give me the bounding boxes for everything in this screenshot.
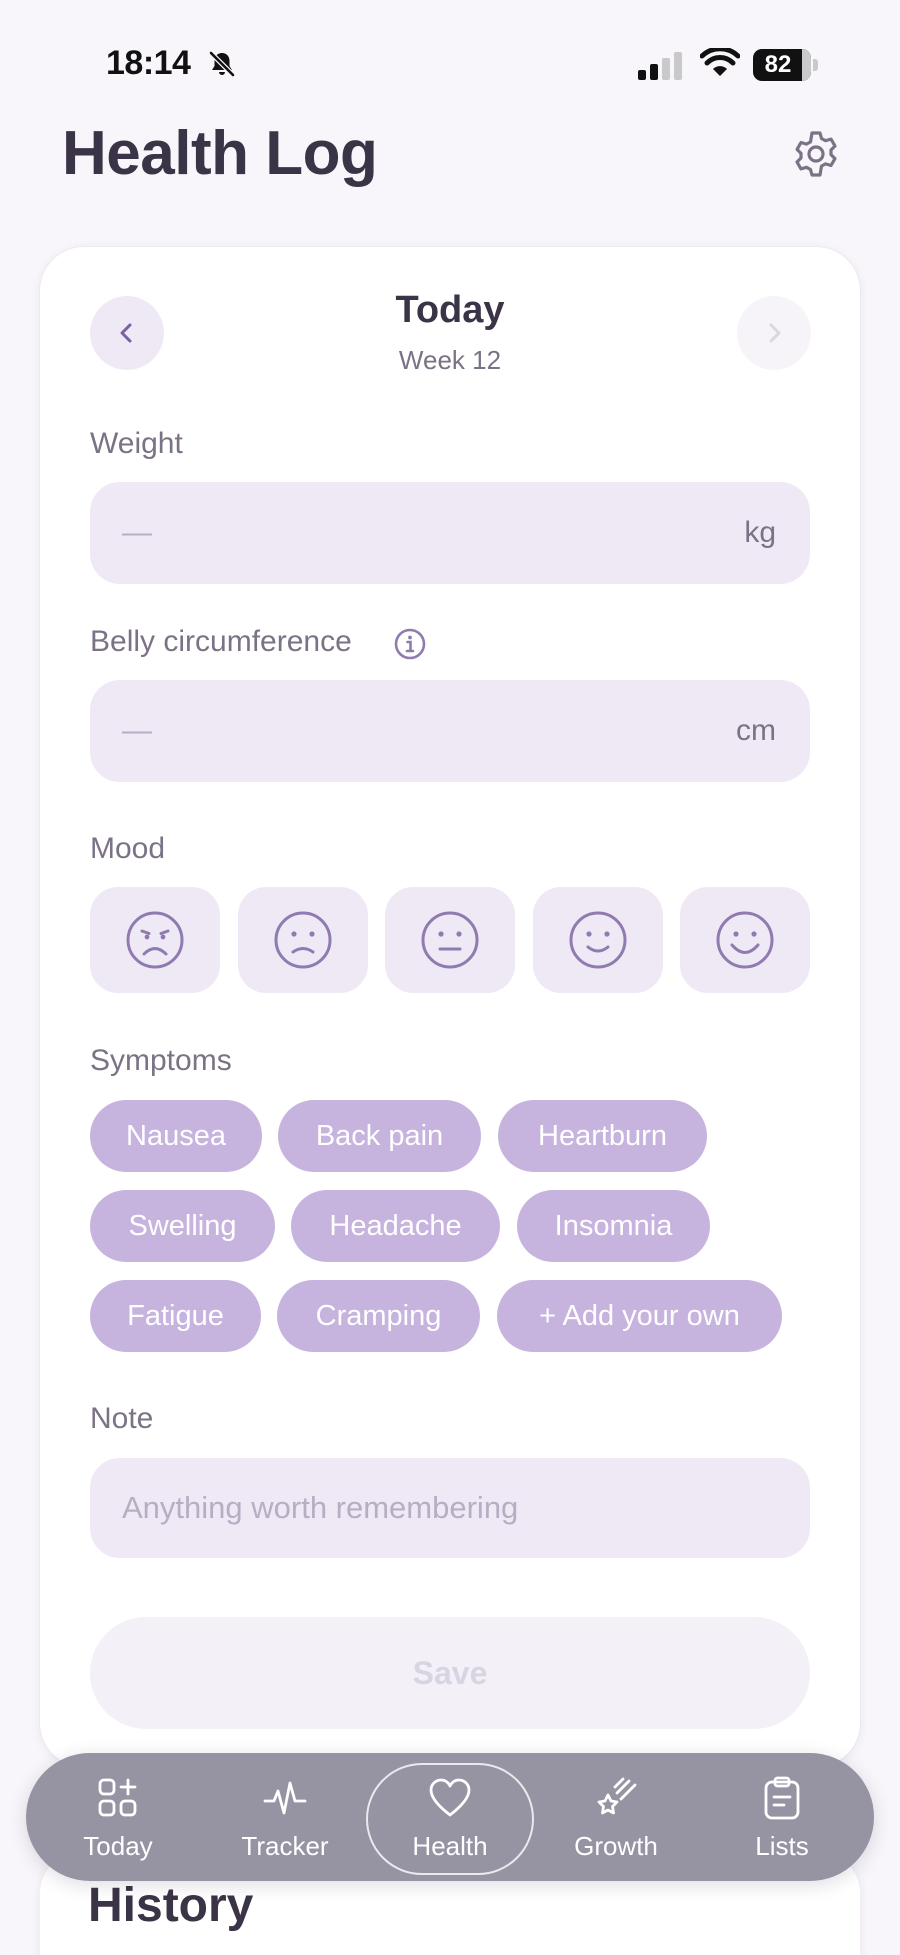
belly-unit: cm: [736, 714, 776, 747]
symptom-chip-back-pain[interactable]: Back pain: [278, 1100, 481, 1172]
tab-bar: Today Tracker Health Growth Lists: [26, 1753, 874, 1881]
mood-option-very-sad[interactable]: [90, 887, 220, 993]
mood-option-very-happy[interactable]: [680, 887, 810, 993]
add-custom-symptom-button[interactable]: + Add your own: [497, 1280, 782, 1352]
symptom-chip-cramping[interactable]: Cramping: [277, 1280, 480, 1352]
mood-option-neutral[interactable]: [385, 887, 515, 993]
mood-option-sad[interactable]: [238, 887, 368, 993]
battery-icon: 82: [753, 49, 819, 81]
history-title: History: [88, 1879, 254, 1932]
dashboard-icon: [98, 1778, 137, 1817]
symptom-chip-insomnia[interactable]: Insomnia: [517, 1190, 710, 1262]
symptom-chip-nausea[interactable]: Nausea: [90, 1100, 262, 1172]
very-happy-face-icon: [716, 911, 774, 969]
gear-icon[interactable]: [790, 128, 842, 180]
symptom-chip-swelling[interactable]: Swelling: [90, 1190, 275, 1262]
weight-input[interactable]: — kg: [90, 482, 810, 584]
note-input[interactable]: Anything worth remembering: [90, 1458, 810, 1558]
symptoms-label: Symptoms: [90, 1044, 232, 1077]
bell-slash-icon: [209, 51, 235, 77]
tab-label: Growth: [574, 1831, 658, 1861]
belly-placeholder: —: [122, 714, 152, 747]
wifi-icon: [700, 48, 740, 76]
weight-placeholder: —: [122, 516, 152, 549]
tab-health[interactable]: Health: [370, 1753, 530, 1881]
tab-lists[interactable]: Lists: [702, 1753, 862, 1881]
belly-circumference-label: Belly circumference: [90, 625, 352, 658]
note-placeholder: Anything worth remembering: [122, 1490, 519, 1525]
belly-circumference-input[interactable]: — cm: [90, 680, 810, 782]
cellular-signal-icon: [638, 52, 682, 80]
symptom-chip-headache[interactable]: Headache: [291, 1190, 500, 1262]
tab-growth[interactable]: Growth: [536, 1753, 696, 1881]
tab-today[interactable]: Today: [38, 1753, 198, 1881]
save-button[interactable]: Save: [90, 1617, 810, 1729]
pulse-icon: [263, 1781, 307, 1815]
happy-face-icon: [569, 911, 627, 969]
info-icon[interactable]: [393, 627, 427, 661]
very-sad-face-icon: [126, 911, 184, 969]
symptom-chip-fatigue[interactable]: Fatigue: [90, 1280, 261, 1352]
clipboard-icon: [764, 1776, 800, 1820]
shooting-star-icon: [597, 1777, 637, 1815]
mood-option-happy[interactable]: [533, 887, 663, 993]
chevron-right-icon: [769, 323, 781, 343]
weight-unit: kg: [744, 516, 776, 549]
sad-face-icon: [274, 911, 332, 969]
tab-label: Health: [412, 1831, 488, 1861]
battery-level: 82: [764, 51, 792, 78]
health-log-card: Today Week 12 Weight — kg Belly circumfe…: [40, 247, 860, 1767]
tab-label: Lists: [755, 1831, 809, 1861]
symptom-chip-heartburn[interactable]: Heartburn: [498, 1100, 707, 1172]
neutral-face-icon: [421, 911, 479, 969]
status-bar: 18:14 82: [0, 0, 900, 130]
note-label: Note: [90, 1402, 154, 1435]
weight-label: Weight: [90, 427, 183, 460]
mood-label: Mood: [90, 832, 166, 865]
tab-label: Today: [83, 1831, 153, 1861]
status-time: 18:14: [106, 44, 191, 82]
page-title: Health Log: [62, 119, 378, 188]
heart-icon: [429, 1778, 471, 1817]
next-day-button[interactable]: [737, 296, 811, 370]
week-label: Week 12: [398, 345, 502, 375]
tab-label: Tracker: [241, 1831, 329, 1861]
tab-tracker[interactable]: Tracker: [205, 1753, 365, 1881]
